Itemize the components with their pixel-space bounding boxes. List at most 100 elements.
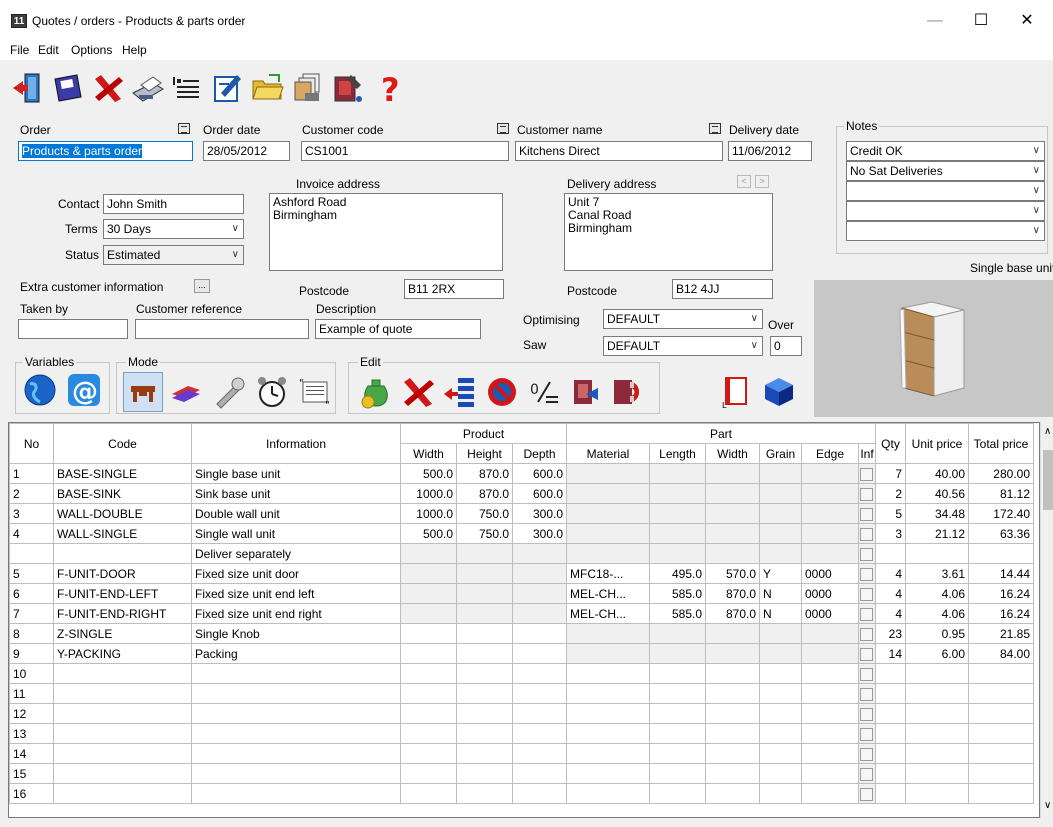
cell-part-width[interactable]	[705, 783, 760, 804]
scroll-up-icon[interactable]: ∧	[1044, 426, 1051, 437]
cell-product-depth[interactable]	[512, 603, 567, 624]
inf-checkbox[interactable]	[860, 607, 873, 621]
inf-checkbox[interactable]	[860, 527, 873, 541]
cell-inf[interactable]	[858, 783, 876, 804]
cell-part-width[interactable]	[705, 683, 760, 704]
cell-edge[interactable]	[801, 743, 859, 764]
cell-edge[interactable]	[801, 643, 859, 664]
cell-information[interactable]: Fixed size unit end left	[191, 583, 401, 604]
cell-qty[interactable]	[875, 663, 906, 684]
cell-edge[interactable]	[801, 703, 859, 724]
price-button[interactable]	[356, 372, 396, 412]
cell-material[interactable]	[566, 643, 650, 664]
cell-part-width[interactable]: 870.0	[705, 583, 760, 604]
cell-qty[interactable]: 4	[875, 603, 906, 624]
header-qty[interactable]: Qty	[875, 423, 906, 464]
customer-code-field[interactable]: CS1001	[301, 141, 509, 161]
cell-material[interactable]	[566, 463, 650, 484]
cell-product-height[interactable]	[456, 703, 513, 724]
customer-name-field[interactable]: Kitchens Direct	[515, 141, 723, 161]
menu-help[interactable]: Help	[122, 43, 147, 57]
cell-unit-price[interactable]: 3.61	[905, 563, 969, 584]
cell-product-width[interactable]	[400, 703, 457, 724]
table-row[interactable]: 6 F-UNIT-END-LEFT Fixed size unit end left…	[9, 583, 1034, 604]
cell-edge[interactable]	[801, 503, 859, 524]
cell-grain[interactable]	[759, 703, 802, 724]
menu-edit[interactable]: Edit	[38, 43, 59, 57]
cell-inf[interactable]	[858, 683, 876, 704]
maximize-button[interactable]: ☐	[958, 8, 1004, 34]
cell-product-depth[interactable]: 600.0	[512, 483, 567, 504]
cell-information[interactable]	[191, 743, 401, 764]
over-field[interactable]: 0	[770, 336, 802, 356]
cell-information[interactable]: Single base unit	[191, 463, 401, 484]
cell-product-width[interactable]	[400, 683, 457, 704]
table-row[interactable]: 4 WALL-SINGLE Single wall unit 500.0 750.0 30…	[9, 523, 1034, 544]
cell-grain[interactable]	[759, 483, 802, 504]
cell-grain[interactable]	[759, 543, 802, 564]
cancel-button[interactable]	[482, 372, 522, 412]
cell-product-depth[interactable]	[512, 563, 567, 584]
cell-no[interactable]: 6	[9, 583, 54, 604]
cell-unit-price[interactable]	[905, 683, 969, 704]
extra-info-button[interactable]: ...	[194, 279, 210, 293]
order-lookup-icon[interactable]	[178, 123, 190, 134]
table-row[interactable]: 1 BASE-SINGLE Single base unit 500.0 870.0 60…	[9, 463, 1034, 484]
cell-no[interactable]: 9	[9, 643, 54, 664]
cell-length[interactable]	[649, 783, 706, 804]
mode-text-button[interactable]: " "	[295, 372, 335, 412]
table-row[interactable]: 15	[9, 763, 1034, 784]
cell-product-width[interactable]	[400, 603, 457, 624]
cell-inf[interactable]	[858, 643, 876, 664]
cell-qty[interactable]	[875, 783, 906, 804]
cell-unit-price[interactable]: 0.95	[905, 623, 969, 644]
cell-inf[interactable]	[858, 523, 876, 544]
customer-reference-field[interactable]	[135, 319, 309, 339]
cell-product-depth[interactable]	[512, 703, 567, 724]
cell-length[interactable]	[649, 683, 706, 704]
cell-material[interactable]	[566, 723, 650, 744]
cell-information[interactable]: Double wall unit	[191, 503, 401, 524]
cell-product-height[interactable]	[456, 763, 513, 784]
cell-information[interactable]	[191, 663, 401, 684]
delete-button[interactable]	[88, 67, 128, 109]
terms-select[interactable]: 30 Days ∨	[103, 219, 244, 239]
cell-product-depth[interactable]: 300.0	[512, 523, 567, 544]
book-tools-button[interactable]	[328, 67, 368, 109]
cell-inf[interactable]	[858, 503, 876, 524]
cell-information[interactable]: Single Knob	[191, 623, 401, 644]
cell-unit-price[interactable]	[905, 723, 969, 744]
cell-length[interactable]: 585.0	[649, 583, 706, 604]
cell-code[interactable]	[53, 543, 192, 564]
cell-part-width[interactable]	[705, 763, 760, 784]
table-row[interactable]: 8 Z-SINGLE Single Knob 23 0.95 21.85	[9, 623, 1034, 644]
cell-part-width[interactable]	[705, 743, 760, 764]
cell-length[interactable]	[649, 743, 706, 764]
cell-qty[interactable]: 4	[875, 583, 906, 604]
cell-product-height[interactable]: 750.0	[456, 503, 513, 524]
delivery-postcode-field[interactable]: B12 4JJ	[672, 279, 773, 299]
header-inf[interactable]: Inf	[858, 443, 876, 464]
cell-qty[interactable]: 2	[875, 483, 906, 504]
cell-edge[interactable]: 0000	[801, 563, 859, 584]
cell-code[interactable]	[53, 723, 192, 744]
cell-information[interactable]	[191, 683, 401, 704]
cell-grain[interactable]	[759, 783, 802, 804]
customer-name-lookup-icon[interactable]	[709, 123, 721, 134]
cell-inf[interactable]	[858, 663, 876, 684]
cell-product-depth[interactable]	[512, 783, 567, 804]
cell-code[interactable]	[53, 683, 192, 704]
next-address-button[interactable]: >	[755, 175, 769, 188]
cell-code[interactable]: F-UNIT-END-LEFT	[53, 583, 192, 604]
cell-qty[interactable]	[875, 703, 906, 724]
formula-button[interactable]: 0	[524, 372, 564, 412]
inf-checkbox[interactable]	[860, 507, 873, 521]
cell-length[interactable]	[649, 703, 706, 724]
table-row[interactable]: 11	[9, 683, 1034, 704]
cell-grain[interactable]	[759, 763, 802, 784]
invoice-postcode-field[interactable]: B11 2RX	[404, 279, 504, 299]
cell-part-width[interactable]	[705, 723, 760, 744]
cell-material[interactable]	[566, 703, 650, 724]
cell-code[interactable]: F-UNIT-DOOR	[53, 563, 192, 584]
cell-edge[interactable]	[801, 523, 859, 544]
